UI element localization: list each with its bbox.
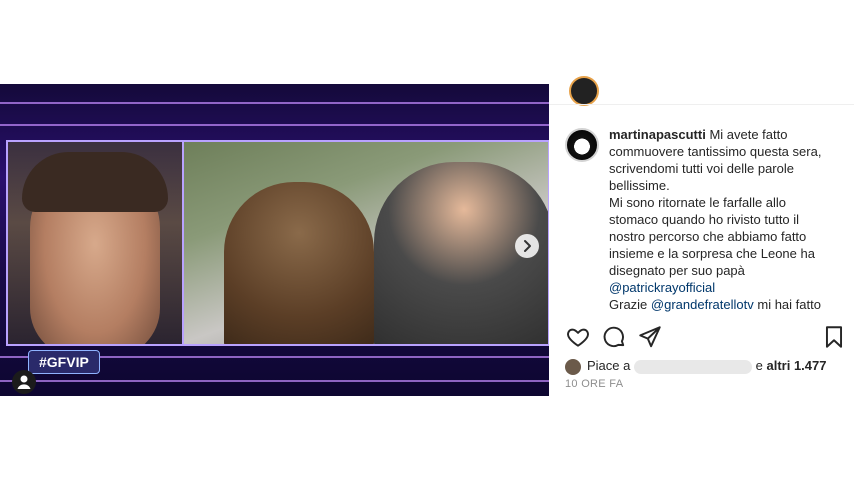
divider (549, 104, 854, 105)
action-row (565, 324, 849, 350)
instagram-post: #GFVIP martinapascutti Mi avete fatto co… (0, 76, 854, 396)
mention-link[interactable]: @patrickrayofficial (609, 280, 715, 295)
likes-others[interactable]: altri 1.477 (766, 358, 826, 373)
liker-avatar (565, 358, 581, 375)
next-icon[interactable] (515, 234, 539, 258)
blurred-username (634, 359, 752, 374)
comment-icon[interactable] (601, 324, 627, 350)
user-tag-icon[interactable] (12, 370, 36, 394)
caption-line: bellissime. (609, 178, 670, 193)
caption-line: Mi avete fatto (709, 127, 788, 142)
gfvip-badge: #GFVIP (28, 350, 100, 374)
previous-avatar[interactable] (569, 76, 599, 106)
caption-line: stomaco quando ho rivisto tutto il (609, 212, 800, 227)
post-caption: martinapascutti Mi avete fatto commuover… (609, 126, 849, 313)
bookmark-icon[interactable] (821, 324, 847, 350)
share-glyph (639, 326, 661, 348)
caption-line: Mi sono ritornate le farfalle allo (609, 195, 787, 210)
post-side-panel: martinapascutti Mi avete fatto commuover… (549, 76, 854, 396)
caption-line: commuovere tantissimo questa sera, (609, 144, 822, 159)
decor-beam (0, 124, 549, 126)
likes-prefix: Piace a (587, 358, 631, 373)
video-frame-left (6, 140, 184, 346)
heart-icon[interactable] (565, 324, 591, 350)
user-tag-glyph (17, 375, 31, 389)
video-frame-right (182, 140, 549, 346)
caption-line: disegnato per suo papà (609, 263, 745, 278)
share-icon[interactable] (637, 324, 663, 350)
author-avatar[interactable] (565, 128, 599, 162)
man-hair (22, 152, 168, 212)
comment-glyph (603, 326, 625, 348)
post-timestamp: 10 ORE FA (565, 378, 624, 390)
caption-line: scrivendomi tutti voi delle parole (609, 161, 794, 176)
caption-text: Grazie (609, 297, 648, 312)
chevron-right-icon (524, 240, 531, 252)
caption-text: mi hai fatto (757, 297, 821, 312)
mention-link[interactable]: @grandefratellotv (651, 297, 754, 312)
author-username[interactable]: martinapascutti (609, 127, 706, 142)
bookmark-glyph (825, 326, 843, 348)
decor-beam (0, 380, 549, 382)
woman-figure (224, 182, 374, 344)
likes-suffix: e (755, 358, 763, 373)
decor-beam (0, 102, 549, 104)
heart-glyph (567, 328, 589, 347)
post-media[interactable]: #GFVIP (0, 84, 549, 396)
likes-summary[interactable]: Piace a e altri 1.477 (565, 356, 826, 376)
caption-line: insieme e la sorpresa che Leone ha (609, 246, 815, 261)
caption-line: nostro percorso che abbiamo fatto (609, 229, 807, 244)
